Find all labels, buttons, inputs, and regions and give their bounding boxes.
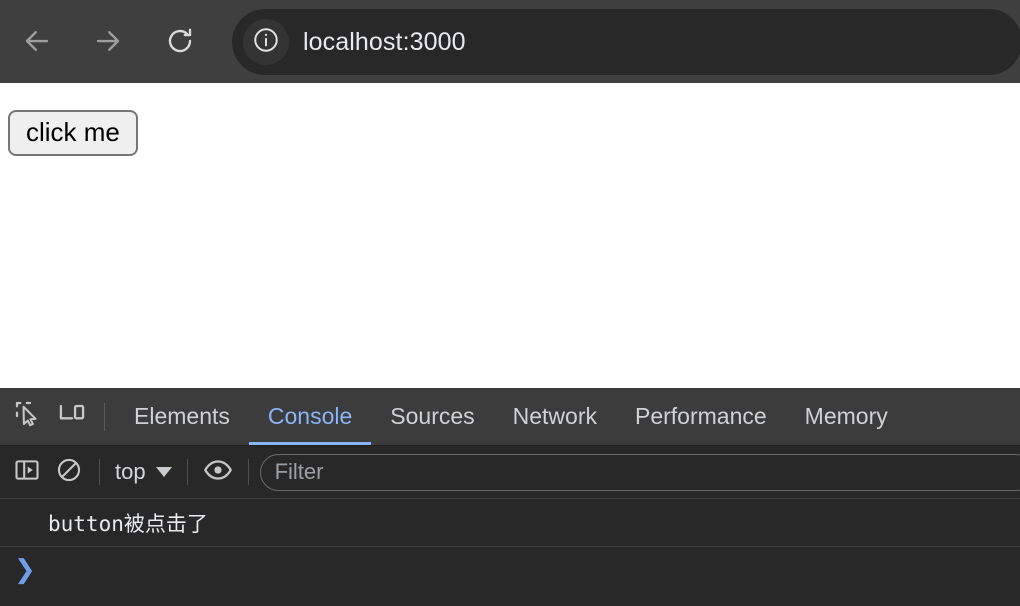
- tab-elements-label: Elements: [134, 403, 230, 429]
- devtools-panel: Elements Console Sources Network Perform…: [0, 388, 1020, 606]
- tab-sources-label: Sources: [390, 403, 475, 429]
- clear-console-icon: [55, 456, 83, 489]
- chevron-down-icon: [155, 467, 172, 477]
- tab-elements[interactable]: Elements: [115, 388, 249, 445]
- console-prompt-input[interactable]: [36, 547, 1020, 593]
- arrow-right-icon: [93, 26, 123, 56]
- console-sidebar-toggle-button[interactable]: [6, 451, 48, 493]
- console-output: button被点击了 ❯: [0, 499, 1020, 605]
- reload-button[interactable]: [157, 18, 203, 64]
- click-me-button[interactable]: click me: [8, 110, 138, 156]
- tab-sources[interactable]: Sources: [371, 388, 493, 445]
- js-context-label: top: [115, 459, 146, 484]
- console-prompt-arrow-icon: ❯: [14, 555, 36, 585]
- info-circle-icon: [252, 26, 280, 59]
- browser-window: localhost:3000 click me Elements Console…: [0, 0, 1020, 606]
- console-filter-input[interactable]: [259, 453, 1020, 491]
- console-message-row[interactable]: button被点击了: [0, 499, 1020, 547]
- address-bar[interactable]: localhost:3000: [232, 9, 1020, 75]
- console-prompt-row[interactable]: ❯: [0, 547, 1020, 593]
- devtools-tabbar: Elements Console Sources Network Perform…: [0, 388, 1020, 446]
- console-toolbar: top: [0, 446, 1020, 499]
- reload-icon: [165, 26, 195, 56]
- arrow-left-icon: [22, 26, 52, 56]
- tab-performance[interactable]: Performance: [616, 388, 786, 445]
- tab-network[interactable]: Network: [494, 388, 616, 445]
- console-toolbar-divider-2: [186, 459, 188, 485]
- forward-button[interactable]: [85, 18, 131, 64]
- device-toolbar-icon: [56, 398, 88, 435]
- site-info-button[interactable]: [243, 19, 289, 65]
- console-toolbar-divider-3: [247, 459, 249, 485]
- tabbar-divider: [104, 402, 105, 431]
- tab-console-label: Console: [267, 403, 353, 429]
- page-viewport: click me: [0, 83, 1020, 388]
- back-button[interactable]: [14, 18, 60, 64]
- inspect-element-button[interactable]: [6, 395, 50, 439]
- inspect-element-icon: [13, 399, 43, 434]
- console-sidebar-toggle-icon: [13, 456, 41, 489]
- tab-network-label: Network: [512, 403, 597, 429]
- url-text: localhost:3000: [303, 27, 466, 56]
- clear-console-button[interactable]: [48, 451, 90, 493]
- live-expression-eye-icon: [203, 455, 233, 490]
- console-message-text: button被点击了: [48, 511, 208, 536]
- device-toolbar-button[interactable]: [50, 395, 94, 439]
- browser-chrome: localhost:3000: [0, 0, 1020, 83]
- tab-performance-label: Performance: [635, 403, 767, 429]
- tab-console[interactable]: Console: [248, 388, 372, 445]
- tab-memory[interactable]: Memory: [786, 388, 907, 445]
- js-context-selector[interactable]: top: [109, 459, 178, 485]
- tab-memory-label: Memory: [804, 403, 888, 429]
- live-expression-button[interactable]: [197, 451, 239, 493]
- console-toolbar-divider-1: [99, 459, 100, 485]
